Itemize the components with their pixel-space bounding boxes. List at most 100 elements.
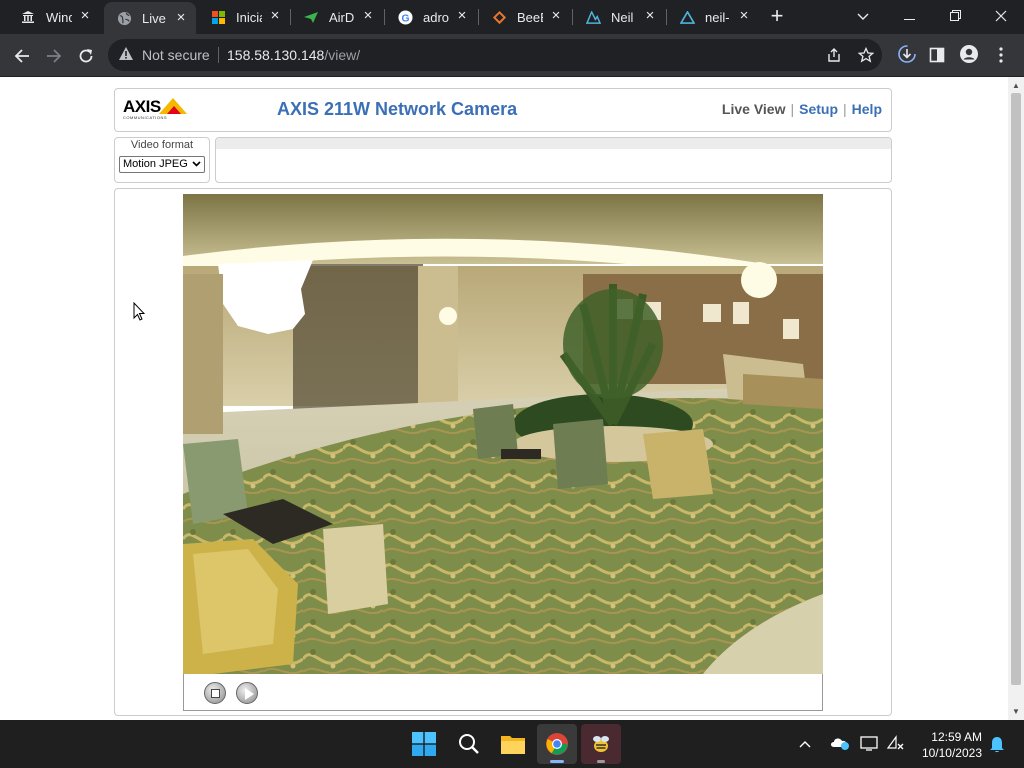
close-tab-icon[interactable]: × (78, 8, 92, 23)
close-tab-icon[interactable]: × (361, 8, 375, 23)
chevron-up-icon[interactable] (796, 735, 814, 753)
nav-help-link[interactable]: Help (852, 101, 882, 117)
status-strip (216, 138, 891, 149)
tab-title: neil- (705, 9, 730, 25)
url-text[interactable]: 158.58.130.148/view/ (227, 47, 360, 63)
chevron-down-icon (192, 157, 201, 172)
nav-divider: | (790, 101, 795, 117)
browser-tab[interactable]: Inicia × (198, 0, 290, 34)
page-scrollbar[interactable]: ▲ ▼ (1008, 77, 1024, 720)
bee-icon (593, 736, 609, 752)
clock-time: 12:59 AM (931, 730, 982, 744)
museum-icon (20, 9, 36, 25)
search-icon (459, 734, 479, 754)
search-button[interactable] (449, 724, 489, 764)
logo-triangle-inner (167, 106, 181, 114)
video-controls (183, 674, 823, 711)
display-icon[interactable] (860, 735, 878, 753)
close-tab-icon[interactable]: × (549, 8, 563, 23)
browser-toolbar: Not secure 158.58.130.148/view/ (0, 34, 1024, 77)
scroll-down-icon[interactable]: ▼ (1012, 707, 1020, 716)
folder-icon (501, 736, 525, 754)
bookmark-star-icon[interactable] (856, 45, 876, 65)
neil-icon (679, 9, 695, 25)
top-nav: Live View | Setup | Help (722, 101, 882, 117)
windows-taskbar: 12:59 AM 10/10/2023 (0, 720, 1024, 768)
scrollbar-thumb[interactable] (1011, 93, 1021, 685)
nav-live-view: Live View (721, 101, 786, 117)
windows-icon (210, 9, 226, 25)
close-tab-icon[interactable]: × (268, 8, 282, 23)
tab-title: BeeB (517, 9, 543, 25)
chrome-taskbar-button[interactable] (537, 724, 577, 764)
browser-tab[interactable]: Neil × (573, 0, 665, 34)
tab-search-icon[interactable] (840, 0, 886, 34)
onedrive-icon[interactable] (830, 735, 849, 753)
restore-button[interactable] (932, 0, 978, 34)
notification-bell-icon[interactable] (988, 735, 1006, 753)
chrome-icon (546, 733, 568, 755)
svg-text:G: G (401, 13, 409, 24)
scroll-up-icon[interactable]: ▲ (1012, 81, 1020, 90)
network-disconnected-icon[interactable] (886, 735, 904, 753)
browser-tab[interactable]: AirDr × (291, 0, 383, 34)
active-indicator (550, 760, 564, 763)
divider (218, 47, 219, 63)
logo-subtext: COMMUNICATIONS (123, 115, 168, 120)
url-path: /view/ (324, 47, 361, 63)
camera-video-stream[interactable] (183, 194, 823, 674)
mouse-cursor-icon (133, 302, 145, 321)
globe-icon (116, 10, 132, 26)
neil-icon (585, 9, 601, 25)
close-tab-icon[interactable]: × (455, 8, 469, 23)
tab-title: Live V (142, 10, 168, 26)
clock-date: 10/10/2023 (921, 746, 982, 760)
share-icon[interactable] (824, 45, 844, 65)
close-tab-icon[interactable]: × (643, 8, 657, 23)
new-tab-button[interactable]: + (766, 5, 788, 28)
address-bar[interactable]: Not secure 158.58.130.148/view/ (108, 39, 882, 71)
windows-start-icon (412, 732, 436, 756)
close-window-button[interactable] (978, 0, 1024, 34)
logo-text: AXIS (123, 97, 161, 116)
download-icon[interactable] (896, 44, 918, 66)
back-button[interactable] (8, 42, 36, 70)
status-panel (215, 137, 892, 183)
video-format-select[interactable]: Motion JPEG (119, 156, 205, 173)
menu-kebab-icon[interactable] (990, 44, 1012, 66)
airdroid-icon (303, 9, 319, 25)
reload-button[interactable] (72, 42, 100, 70)
nav-setup-link[interactable]: Setup (799, 101, 838, 117)
warning-icon[interactable] (118, 46, 136, 64)
tab-title: AirDr (329, 9, 355, 25)
browser-tab[interactable]: Windo × (8, 0, 100, 34)
tab-title: Windo (46, 9, 72, 25)
profile-icon[interactable] (958, 44, 980, 66)
stop-button[interactable] (204, 682, 226, 704)
running-indicator (597, 760, 605, 763)
tab-title: Inicia (236, 9, 262, 25)
browser-tab-active[interactable]: Live V × (104, 2, 196, 34)
url-host: 158.58.130.148 (227, 47, 325, 63)
video-format-value: Motion JPEG (123, 158, 188, 170)
close-tab-icon[interactable]: × (737, 8, 751, 23)
browser-tab[interactable]: G adro × (385, 0, 477, 34)
side-panel-icon[interactable] (926, 44, 948, 66)
taskbar-clock[interactable]: 12:59 AM 10/10/2023 (916, 729, 982, 761)
tab-title: adro (423, 9, 449, 25)
video-format-label: Video format (130, 139, 194, 151)
axis-logo: AXIS COMMUNICATIONS (123, 97, 187, 123)
close-tab-icon[interactable]: × (174, 10, 188, 25)
video-format-box: Video format Motion JPEG (114, 137, 210, 183)
minimize-button[interactable] (886, 0, 932, 34)
security-label[interactable]: Not secure (142, 47, 210, 63)
start-button[interactable] (404, 724, 444, 764)
play-button[interactable] (236, 682, 258, 704)
browser-tab[interactable]: BeeB × (479, 0, 571, 34)
live-view-panel (114, 188, 892, 716)
browser-tab[interactable]: neil- × (667, 0, 759, 34)
file-explorer-button[interactable] (493, 724, 533, 764)
forward-button[interactable] (40, 42, 68, 70)
beebeep-icon (491, 9, 507, 25)
beebeep-taskbar-button[interactable] (581, 724, 621, 764)
